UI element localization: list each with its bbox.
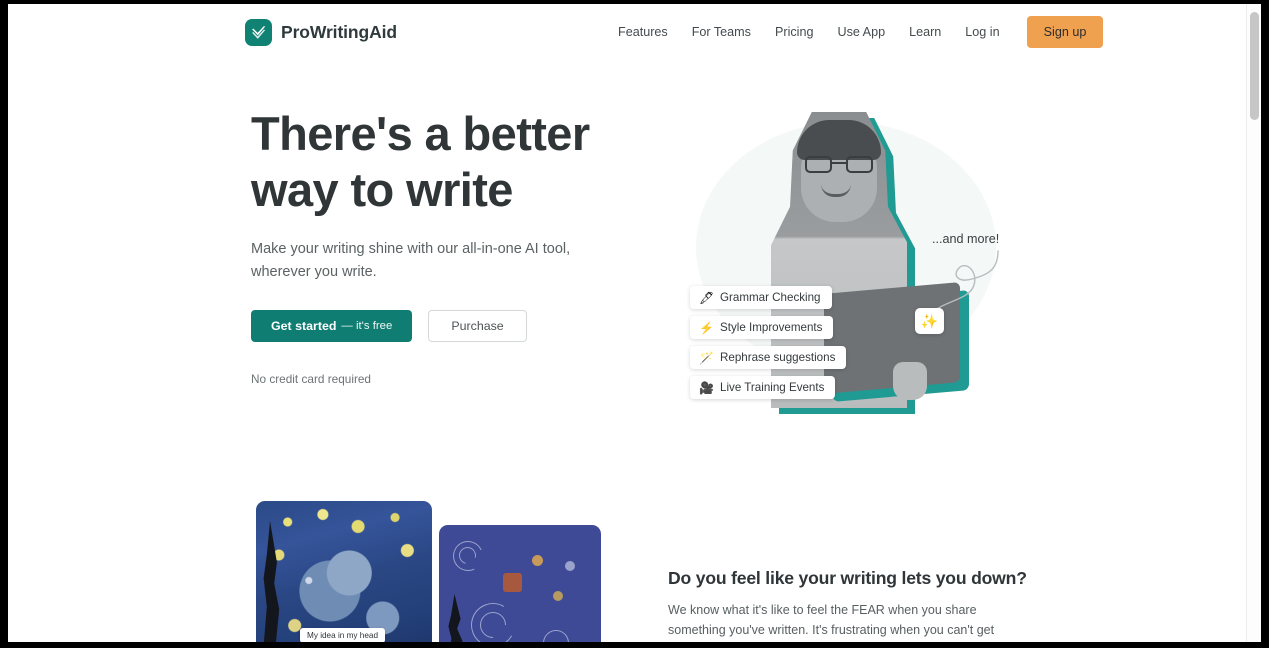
- nav-item-learn[interactable]: Learn: [897, 19, 953, 45]
- page-content: ProWritingAid Features For Teams Pricing…: [8, 4, 1261, 642]
- no-credit-card-note: No credit card required: [251, 371, 371, 386]
- browser-window: ProWritingAid Features For Teams Pricing…: [0, 0, 1269, 648]
- feature-label: Live Training Events: [720, 381, 825, 394]
- feature-card-style-improvements: ⚡ Style Improvements: [690, 316, 834, 339]
- hero-copy: There's a better way to write Make your …: [251, 106, 631, 386]
- lower-section-title: Do you feel like your writing lets you d…: [668, 568, 1027, 588]
- nav-item-log-in[interactable]: Log in: [953, 19, 1011, 45]
- lower-section-body: We know what it's like to feel the FEAR …: [668, 603, 995, 638]
- magic-wand-icon: 🪄: [699, 350, 714, 365]
- site-header: ProWritingAid Features For Teams Pricing…: [8, 4, 1246, 60]
- glasses-icon: [805, 156, 873, 173]
- sparkle-badge-icon: ✨: [915, 308, 944, 334]
- brand-logo-link[interactable]: ProWritingAid: [245, 18, 398, 46]
- nav-item-for-teams[interactable]: For Teams: [680, 19, 763, 45]
- comparison-panels: My idea in my head: [256, 501, 601, 642]
- feature-card-grammar-checking: 🖋 Grammar Checking: [690, 286, 832, 309]
- feature-label: Style Improvements: [720, 321, 823, 334]
- feature-label: Rephrase suggestions: [720, 351, 836, 364]
- scrollbar-thumb[interactable]: [1250, 12, 1259, 120]
- hair-shape: [797, 120, 881, 160]
- get-started-label: Get started: [271, 318, 337, 333]
- cypress-tree-shape: [448, 594, 463, 642]
- purchase-button[interactable]: Purchase: [428, 309, 527, 342]
- starry-night-panel: My idea in my head: [256, 501, 432, 642]
- simplified-panel: [439, 525, 601, 642]
- feature-card-rephrase-suggestions: 🪄 Rephrase suggestions: [690, 346, 847, 369]
- main-navigation: Features For Teams Pricing Use App Learn…: [606, 16, 1104, 48]
- and-more-annotation: ...and more!: [932, 232, 1000, 246]
- cypress-tree-shape: [263, 521, 280, 642]
- hand-shape: [893, 362, 927, 400]
- brand-name: ProWritingAid: [281, 21, 398, 42]
- lower-section: My idea in my head Do you feel like your…: [8, 496, 1246, 642]
- lightning-bolt-icon: ⚡: [699, 320, 714, 335]
- page-scrollbar[interactable]: [1246, 4, 1261, 642]
- star-shape: [532, 555, 543, 566]
- feature-callout-list: 🖋 Grammar Checking ⚡ Style Improvements …: [690, 286, 847, 399]
- hero-section: There's a better way to write Make your …: [8, 60, 1246, 480]
- hero-title: There's a better way to write: [251, 107, 590, 216]
- get-started-button[interactable]: Get started — it's free: [251, 309, 413, 342]
- hero-illustration: ...and more! ✨ 🖋 Grammar Checking ⚡ Styl…: [668, 104, 1018, 444]
- nav-item-pricing[interactable]: Pricing: [763, 19, 826, 45]
- nav-item-use-app[interactable]: Use App: [825, 19, 897, 45]
- feature-card-live-training-events: 🎥 Live Training Events: [690, 376, 836, 399]
- sign-up-button[interactable]: Sign up: [1026, 16, 1104, 48]
- star-shape: [565, 561, 575, 571]
- panel-caption: My idea in my head: [300, 628, 385, 642]
- star-shape: [553, 591, 563, 601]
- prowritingaid-logo-icon: [245, 18, 272, 46]
- hero-subtitle: Make your writing shine with our all-in-…: [251, 240, 571, 280]
- lower-copy: Do you feel like your writing lets you d…: [668, 568, 1027, 642]
- star-shape: [503, 573, 522, 592]
- feather-pen-icon: 🖋: [699, 290, 715, 305]
- video-camera-icon: 🎥: [699, 380, 714, 395]
- nav-item-features[interactable]: Features: [606, 19, 680, 45]
- get-started-note: — it's free: [341, 319, 393, 332]
- hero-cta-group: Get started — it's free Purchase: [251, 309, 631, 342]
- feature-label: Grammar Checking: [720, 291, 821, 304]
